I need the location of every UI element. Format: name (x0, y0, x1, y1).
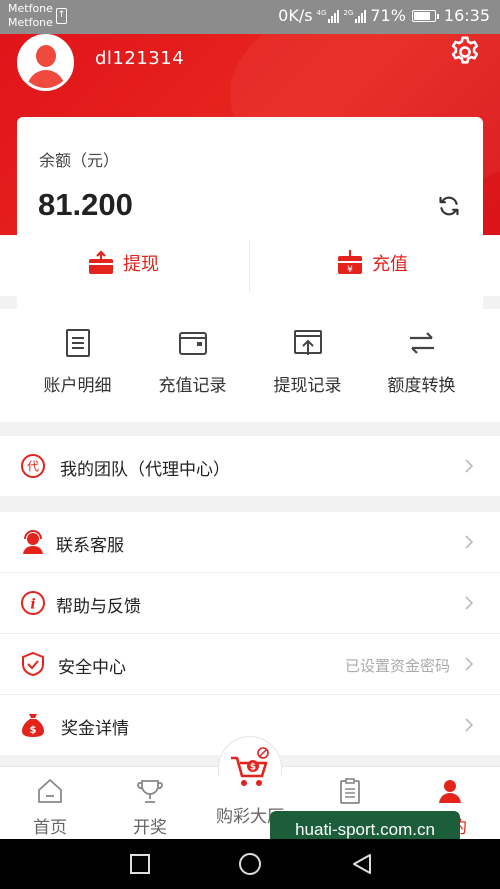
balance-value: 81.200 (38, 187, 133, 222)
refresh-icon[interactable] (436, 193, 462, 219)
trophy-icon (137, 780, 163, 803)
home-button-icon[interactable] (238, 852, 262, 876)
tab-lottery-results[interactable]: 开奖 (100, 777, 200, 838)
svg-text:代: 代 (27, 460, 39, 474)
withdraw-label: 提现 (123, 254, 159, 275)
cart-icon: $ (231, 747, 269, 786)
list-item-help-feedback[interactable]: i 帮助与反馈 (0, 573, 500, 633)
upload-record-icon (293, 330, 322, 355)
svg-text:i: i (30, 597, 35, 613)
transfer-icon (409, 332, 434, 354)
divider (249, 240, 250, 292)
recharge-button[interactable]: ¥ 充值 (336, 250, 408, 276)
network-speed: 0K/s (278, 6, 313, 25)
home-icon (38, 779, 62, 803)
security-status-note: 已设置资金密码 (344, 657, 450, 675)
status-bar: Metfone Metfone ↑ 0K/s 4G 2G 71% 16:35 (0, 0, 500, 34)
money-bag-icon: $ (22, 714, 44, 737)
wallet-icon (178, 332, 207, 355)
row-label: 帮助与反馈 (56, 597, 141, 617)
grid-item-recharge-records[interactable]: 充值记录 (130, 327, 255, 396)
row-label: 我的团队（代理中心） (60, 460, 230, 480)
balance-label: 余额（元） (39, 151, 120, 170)
carrier-1: Metfone (8, 2, 53, 15)
grid-label: 充值记录 (158, 376, 227, 396)
support-icon (23, 530, 43, 554)
list-item-security-center[interactable]: 安全中心 已设置资金密码 (0, 634, 500, 694)
svg-text:$: $ (30, 725, 37, 736)
svg-text:$: $ (250, 763, 256, 773)
chevron-right-icon (465, 459, 474, 473)
list-item-contact-support[interactable]: 联系客服 (0, 512, 500, 572)
withdraw-button[interactable]: 提现 (87, 250, 159, 276)
signal-1-tag: 4G (316, 8, 327, 17)
fund-actions: 提现 ¥ 充值 (0, 236, 500, 296)
person-icon (439, 780, 461, 803)
agent-icon: 代 (21, 454, 45, 478)
back-icon[interactable] (350, 852, 374, 876)
wallet-out-icon (89, 250, 113, 274)
clipboard-icon (340, 778, 360, 804)
chevron-right-icon (465, 535, 474, 549)
grid-label: 额度转换 (387, 376, 456, 396)
list-item-my-team[interactable]: 代 我的团队（代理中心） (0, 436, 500, 496)
grid-label: 账户明细 (43, 376, 112, 396)
tab-home[interactable]: 首页 (0, 777, 100, 838)
carrier-names: Metfone Metfone (8, 2, 53, 30)
username: dl121314 (95, 48, 185, 69)
wallet-in-icon: ¥ (338, 250, 362, 275)
status-right: 0K/s 4G 2G 71% 16:35 (278, 6, 490, 25)
tab-label: 首页 (33, 818, 67, 838)
chevron-right-icon (465, 596, 474, 610)
svg-text:¥: ¥ (347, 265, 353, 275)
tab-label: 开奖 (133, 818, 167, 838)
account-grid-menu: 账户明细 充值记录 提现记录 额度转换 (0, 309, 500, 422)
battery-percent: 71% (370, 6, 406, 25)
signal-2-icon: 2G (343, 8, 367, 23)
gear-icon[interactable] (448, 35, 482, 69)
system-nav-bar (0, 839, 500, 889)
row-label: 联系客服 (56, 536, 124, 556)
carrier-2: Metfone (8, 16, 53, 29)
recents-icon[interactable] (128, 852, 152, 876)
grid-item-account-details[interactable]: 账户明细 (15, 327, 140, 396)
chevron-right-icon (465, 657, 474, 671)
grid-item-withdraw-records[interactable]: 提现记录 (245, 327, 370, 396)
row-label: 奖金详情 (61, 719, 129, 739)
clock: 16:35 (443, 6, 490, 25)
grid-item-quota-transfer[interactable]: 额度转换 (359, 327, 484, 396)
shield-icon (22, 651, 44, 677)
signal-2-tag: 2G (343, 8, 354, 17)
document-icon (65, 329, 90, 357)
info-icon: i (21, 591, 45, 615)
user-avatar-icon[interactable] (17, 34, 74, 91)
chevron-right-icon (465, 718, 474, 732)
recharge-label: 充值 (372, 254, 408, 275)
grid-label: 提现记录 (273, 376, 342, 396)
row-label: 安全中心 (58, 658, 126, 678)
sim-card-icon: ↑ (56, 8, 67, 24)
battery-icon (411, 9, 439, 22)
signal-1-icon: 4G (317, 9, 340, 23)
